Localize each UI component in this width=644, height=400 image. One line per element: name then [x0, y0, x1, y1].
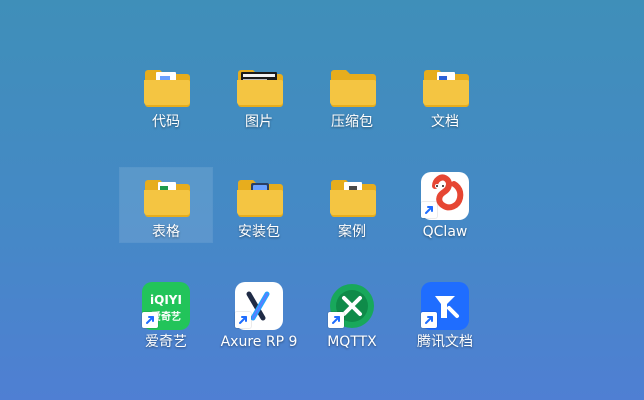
desktop-icon-qclaw[interactable]: QClaw	[399, 168, 491, 242]
desktop-icon-label: 案例	[338, 224, 366, 240]
folder-icon	[326, 62, 378, 110]
desktop-icon-cases-folder[interactable]: 案例	[306, 168, 398, 242]
folder-icon	[140, 62, 192, 110]
desktop-icon-label: 腾讯文档	[417, 334, 473, 350]
folder-icon	[140, 172, 192, 220]
desktop-icon-code-folder[interactable]: 代码	[120, 58, 212, 132]
mqttx-icon	[326, 282, 378, 330]
folder-icon	[419, 62, 471, 110]
qclaw-icon	[419, 172, 471, 220]
desktop-icon-images-folder[interactable]: 图片	[213, 58, 305, 132]
iqiyi-icon: iQIYI 爱奇艺	[140, 282, 192, 330]
desktop-icon-iqiyi[interactable]: iQIYI 爱奇艺 爱奇艺	[120, 278, 212, 352]
shortcut-arrow-icon	[421, 312, 437, 328]
axure-icon	[233, 282, 285, 330]
shortcut-arrow-icon	[142, 312, 158, 328]
folder-icon	[233, 172, 285, 220]
desktop-icon-label: 文档	[431, 114, 459, 130]
iqiyi-brand-text: iQIYI	[150, 293, 182, 307]
desktop-icon-label: 安装包	[238, 224, 280, 240]
shortcut-arrow-icon	[328, 312, 344, 328]
folder-icon	[233, 62, 285, 110]
tencent-docs-icon	[419, 282, 471, 330]
desktop-icon-label: 表格	[152, 224, 180, 240]
desktop-icon-label: 图片	[245, 114, 273, 130]
desktop-icon-label: MQTTX	[327, 334, 377, 350]
shortcut-arrow-icon	[235, 312, 251, 328]
desktop-icon-axure[interactable]: Axure RP 9	[213, 278, 305, 352]
desktop-icon-label: 压缩包	[331, 114, 373, 130]
desktop: 代码 图片 压缩包 文档 表格 安装包 案例 QClaw iQIYI 爱奇艺 爱…	[0, 0, 644, 400]
desktop-icon-label: 爱奇艺	[145, 334, 187, 350]
desktop-icon-docs-folder[interactable]: 文档	[399, 58, 491, 132]
desktop-icon-label: Axure RP 9	[220, 334, 298, 350]
desktop-icon-label: 代码	[152, 114, 180, 130]
folder-icon	[326, 172, 378, 220]
desktop-icon-installers-folder[interactable]: 安装包	[213, 168, 305, 242]
desktop-icon-label: QClaw	[422, 224, 468, 240]
shortcut-arrow-icon	[421, 202, 437, 218]
desktop-icon-mqttx[interactable]: MQTTX	[306, 278, 398, 352]
desktop-icon-sheets-folder[interactable]: 表格	[119, 167, 213, 243]
desktop-icon-archives-folder[interactable]: 压缩包	[306, 58, 398, 132]
desktop-icon-tencent-docs[interactable]: 腾讯文档	[399, 278, 491, 352]
